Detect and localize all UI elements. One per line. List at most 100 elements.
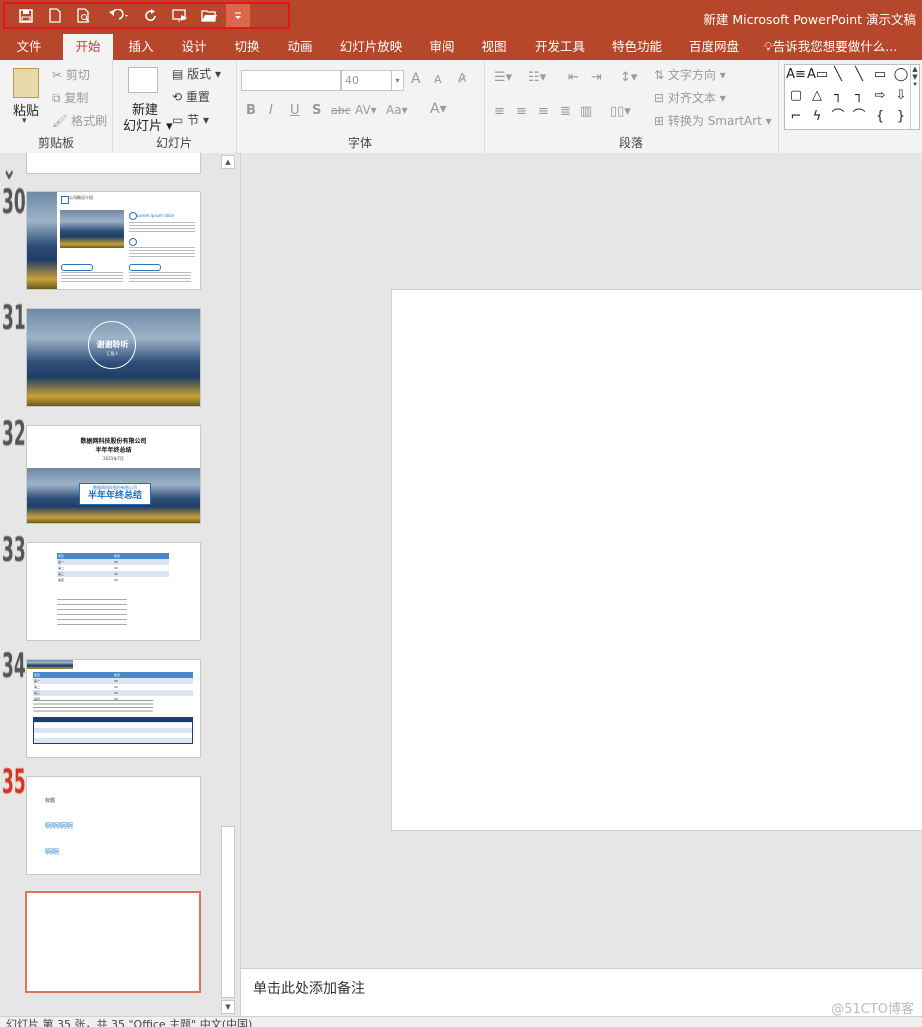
notes-placeholder[interactable]: 单击此处添加备注 xyxy=(253,978,365,998)
slideshow-from-start-icon[interactable] xyxy=(168,4,192,27)
italic-button[interactable]: I xyxy=(269,103,273,118)
slide-thumbnail-32[interactable]: 数据网科技股份有限公司 半年年终总结 2021年7月 数据网科技股份有限公司 半… xyxy=(26,425,201,524)
char-spacing-button[interactable]: AV▾ xyxy=(355,103,377,117)
scroll-thumb[interactable] xyxy=(221,826,235,998)
columns-button[interactable]: ▯▯▾ xyxy=(610,104,631,119)
copy-button[interactable]: ⧉ 复制 xyxy=(52,89,88,106)
shrink-font-button[interactable]: A xyxy=(434,73,442,86)
font-size-combo[interactable]: 40 ▾ xyxy=(341,70,404,91)
align-left-button[interactable]: ≡ xyxy=(494,104,505,119)
tab-review[interactable]: 审阅 xyxy=(419,34,465,60)
cut-button[interactable]: ✂ 剪切 xyxy=(52,66,90,83)
undo-icon[interactable] xyxy=(103,4,135,27)
tab-slideshow[interactable]: 幻灯片放映 xyxy=(333,34,409,60)
tab-view[interactable]: 视图 xyxy=(471,34,517,60)
new-icon[interactable] xyxy=(43,4,67,27)
shadow-button[interactable]: S xyxy=(312,103,321,118)
align-text-button[interactable]: ⊟ 对齐文本 ▾ xyxy=(654,89,726,106)
clear-format-icon[interactable]: A̷ xyxy=(458,71,466,85)
reset-button[interactable]: ⟲ 重置 xyxy=(172,88,210,105)
slide-editing-area[interactable] xyxy=(240,153,922,968)
customize-qat-icon[interactable] xyxy=(226,4,250,27)
new-slide-dropdown[interactable]: 幻灯片 ▾ xyxy=(123,115,173,134)
thumb32-banner: 数据网科技股份有限公司 半年年终总结 xyxy=(79,483,151,505)
shape-right-arrow[interactable]: ⇨ xyxy=(870,87,890,105)
strikethrough-button[interactable]: abc xyxy=(331,104,351,117)
tab-animations[interactable]: 动画 xyxy=(277,34,323,60)
shape-rectangle[interactable]: ▭ xyxy=(870,66,890,84)
tab-developer[interactable]: 开发工具 xyxy=(528,34,592,60)
font-name-combo[interactable] xyxy=(241,70,341,91)
shape-triangle[interactable]: △ xyxy=(807,87,827,105)
shape-freeform[interactable]: ⌐ xyxy=(786,108,806,126)
thumb31-subtitle: 汇报人 xyxy=(106,351,119,356)
tab-insert[interactable]: 插入 xyxy=(118,34,164,60)
notes-pane[interactable]: 单击此处添加备注 xyxy=(240,968,922,1017)
font-color-button[interactable]: A▾ xyxy=(430,101,447,117)
shape-left-brace[interactable]: { xyxy=(870,108,890,126)
slide-thumbnail-30[interactable]: 公司概况介绍 Lorem ipsum dolor xyxy=(26,191,201,290)
shape-down-arrow[interactable]: ⇩ xyxy=(891,87,911,105)
shape-elbow-connector[interactable]: ┐ xyxy=(828,87,848,105)
increase-indent-button[interactable]: ⇥ xyxy=(591,70,602,85)
slide-thumbnail-33[interactable]: 项目 数值 第一 58 第二 40 第三 38 第四 28 xyxy=(26,542,201,641)
shape-curve[interactable]: ⌒ xyxy=(849,108,869,126)
numbering-button[interactable]: ☷▾ xyxy=(528,70,546,85)
gallery-scroll[interactable]: ▲ ▼ ⯆ xyxy=(910,65,919,129)
open-folder-icon[interactable] xyxy=(197,4,221,27)
current-slide-canvas[interactable] xyxy=(391,289,922,831)
scroll-down-arrow-icon[interactable]: ▼ xyxy=(221,1000,235,1014)
distributed-button[interactable]: ▥ xyxy=(580,104,592,119)
print-preview-icon[interactable] xyxy=(72,4,96,27)
align-right-button[interactable]: ≡ xyxy=(538,104,549,119)
grow-font-button[interactable]: A xyxy=(411,71,421,87)
shape-right-brace[interactable]: } xyxy=(891,108,911,126)
slide-thumbnail-pane[interactable]: ⌄ 30 公司概况介绍 Lorem ipsum dolor 31 谢谢聆听 汇报… xyxy=(0,153,220,1016)
shapes-gallery[interactable]: A≡ A▭ ╲ ╲ ▭ ◯ ▢ △ ┐ ┐ ⇨ ⇩ ⌐ ϟ ⌒ ⌒ { } ▲ ▼… xyxy=(784,64,920,130)
slide-thumbnail-36-selected[interactable] xyxy=(25,891,201,993)
paste-dropdown-icon[interactable]: ▾ xyxy=(22,116,27,126)
shape-vertical-textbox[interactable]: A▭ xyxy=(807,66,828,84)
font-size-dropdown-icon[interactable]: ▾ xyxy=(391,71,403,90)
bold-button[interactable]: B xyxy=(246,103,256,118)
underline-button[interactable]: U xyxy=(290,103,300,118)
text-direction-button[interactable]: ⇅ 文字方向 ▾ xyxy=(654,66,726,83)
shape-elbow-arrow[interactable]: ┐ xyxy=(849,87,869,105)
line-spacing-button[interactable]: ↕▾ xyxy=(620,70,637,85)
shape-line[interactable]: ╲ xyxy=(828,66,848,84)
slide-number-34: 34 xyxy=(2,646,26,686)
shape-arc[interactable]: ⌒ xyxy=(828,108,848,126)
shape-oval[interactable]: ◯ xyxy=(891,66,911,84)
tab-home[interactable]: 开始 xyxy=(63,34,113,60)
bullets-button[interactable]: ☰▾ xyxy=(494,70,512,85)
layout-button[interactable]: ▤ 版式 ▾ xyxy=(172,65,221,82)
tab-baidu-netdisk[interactable]: 百度网盘 xyxy=(681,34,747,60)
slide-thumbnail-29[interactable] xyxy=(26,153,201,174)
slide-number-33: 33 xyxy=(2,530,26,570)
convert-smartart-button[interactable]: ⊞ 转换为 SmartArt ▾ xyxy=(654,112,772,129)
tab-design[interactable]: 设计 xyxy=(171,34,217,60)
thumbnail-scrollbar[interactable]: ▲ ▼ xyxy=(220,153,236,1016)
slide-thumbnail-34[interactable]: 项目 数值 第一 58 第二 40 第三 38 第四 28 xyxy=(26,659,201,758)
watermark: @51CTO博客 xyxy=(831,1002,914,1017)
redo-icon[interactable] xyxy=(139,4,163,27)
tab-file[interactable]: 文件 xyxy=(5,34,53,60)
save-icon[interactable] xyxy=(14,4,38,27)
tell-me-search[interactable]: 💡︎告诉我您想要做什么... xyxy=(764,34,920,60)
shape-scribble[interactable]: ϟ xyxy=(807,108,827,126)
justify-button[interactable]: ≣ xyxy=(560,104,571,119)
decrease-indent-button[interactable]: ⇤ xyxy=(568,70,579,85)
shape-rounded-rect[interactable]: ▢ xyxy=(786,87,806,105)
slide-thumbnail-31[interactable]: 谢谢聆听 汇报人 xyxy=(26,308,201,407)
change-case-button[interactable]: Aa▾ xyxy=(386,103,408,117)
thumb35-line-3: 啊啊 xyxy=(45,848,59,856)
tab-transitions[interactable]: 切换 xyxy=(224,34,270,60)
slide-thumbnail-35[interactable]: 标题 啊啊啊啊 啊啊 xyxy=(26,776,201,875)
shape-arrow-line[interactable]: ╲ xyxy=(849,66,869,84)
shape-textbox[interactable]: A≡ xyxy=(786,66,806,84)
section-button[interactable]: ▭ 节 ▾ xyxy=(172,111,209,128)
align-center-button[interactable]: ≡ xyxy=(516,104,527,119)
scroll-up-arrow-icon[interactable]: ▲ xyxy=(221,155,235,169)
format-painter-button[interactable]: 🖌︎ 格式刷 xyxy=(52,112,107,129)
tab-special-features[interactable]: 特色功能 xyxy=(604,34,670,60)
